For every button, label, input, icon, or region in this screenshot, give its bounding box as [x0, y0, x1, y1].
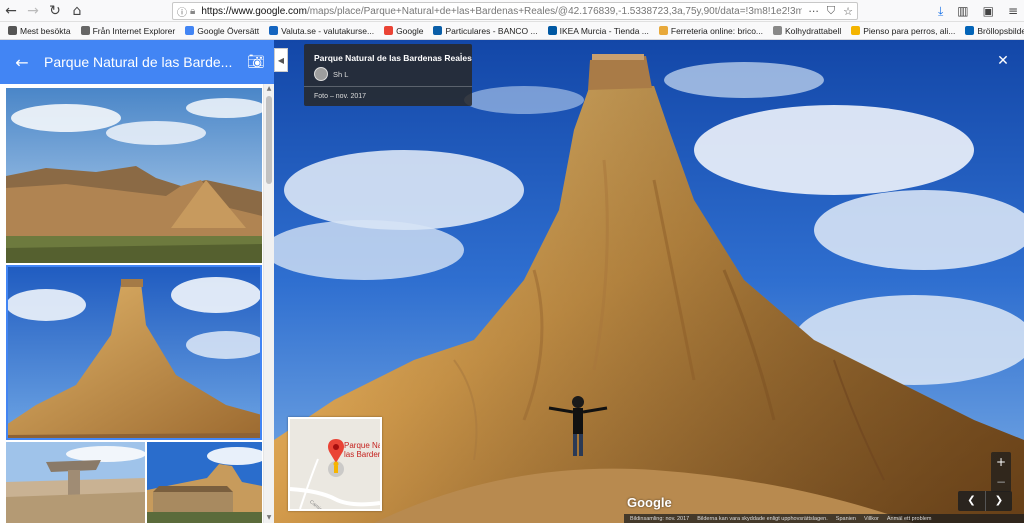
bookmark-item[interactable]: Ferreteria online: brico... — [658, 25, 764, 36]
panel-header: ← Parque Natural de las Barde... 📷︎ — [0, 40, 274, 84]
bookmark-label: Google — [396, 25, 424, 36]
info-icon[interactable]: ⓘ — [177, 4, 187, 19]
bookmark-item[interactable]: Från Internet Explorer — [80, 25, 176, 36]
photo-thumbnail[interactable] — [147, 442, 262, 523]
ikea-icon — [547, 26, 557, 35]
panel-title: Parque Natural de las Barde... — [44, 54, 233, 70]
bookmark-label: Kolhydrattabell — [785, 25, 842, 36]
chevron-left-icon: ◀ — [277, 55, 285, 65]
bookmark-label: Google Översätt — [197, 25, 260, 36]
photo-author[interactable]: Sh L — [333, 70, 348, 79]
scroll-up-icon[interactable]: ▲ — [264, 84, 274, 94]
globe-icon — [773, 26, 783, 35]
lock-icon: 🔒︎ — [190, 5, 196, 17]
bookmark-label: Bröllopsbilder – OneD... — [977, 25, 1024, 36]
menu-icon[interactable]: ≡ — [1008, 4, 1018, 18]
sabadell-icon — [433, 26, 443, 35]
bookmarks-bar: Mest besökta Från Internet Explorer Google… — [0, 22, 1024, 40]
bookmark-item[interactable]: Mest besökta — [8, 26, 71, 36]
google-icon — [384, 26, 394, 35]
photo-thumbnail[interactable] — [6, 442, 145, 523]
cloud-icon — [965, 26, 975, 35]
previous-photo-button[interactable]: ❮ — [958, 491, 985, 511]
more-options-icon[interactable]: ⋮ — [456, 52, 466, 63]
footer-item[interactable]: Spanien — [836, 516, 856, 522]
zoom-control: + − — [991, 452, 1011, 492]
close-icon[interactable]: ✕ — [994, 52, 1012, 70]
divider — [304, 86, 472, 87]
page-icon — [658, 26, 668, 35]
bookmark-label: Från Internet Explorer — [92, 25, 176, 36]
bookmark-item[interactable]: Google Översätt — [185, 26, 259, 36]
translate-icon — [185, 26, 195, 35]
add-photo-icon[interactable]: 📷︎ — [238, 54, 274, 70]
photo-title: Parque Natural de las Bardenas Reales — [314, 53, 472, 63]
valuta-icon — [269, 26, 279, 35]
footer-item: Bildinsamling: nov. 2017 — [630, 515, 690, 522]
bookmark-item[interactable]: Bröllopsbilder – OneD... — [965, 26, 1024, 36]
avatar[interactable] — [314, 67, 328, 81]
main-photo[interactable] — [274, 40, 1024, 523]
url-bar[interactable]: ⓘ 🔒︎ https://www.google.com/maps/place/P… — [172, 2, 858, 20]
folder-icon — [80, 26, 90, 35]
footer-item: Bilderna kan vara skyddade enligt upphov… — [697, 515, 828, 522]
footer-item[interactable]: Anmäl ett problem — [887, 516, 932, 522]
minimap-place-label: Parque Na las Barden — [344, 441, 382, 459]
sidebar-icon[interactable]: ▣ — [983, 4, 994, 18]
home-icon[interactable]: ⌂ — [66, 0, 88, 22]
panel-scrollbar[interactable]: ▲ ▼ — [263, 84, 274, 523]
pocket-icon[interactable]: ⛉ — [827, 4, 835, 18]
photo-thumbnail[interactable] — [6, 88, 262, 263]
bookmark-label: Mest besökta — [20, 25, 71, 36]
scroll-down-icon[interactable]: ▼ — [264, 513, 274, 523]
back-icon[interactable]: ← — [0, 0, 22, 22]
bookmark-label: Particulares - BANCO ... — [445, 25, 538, 36]
photo-panel: ← Parque Natural de las Barde... 📷︎ ▲ ▼ — [0, 40, 274, 523]
scrollbar-thumb[interactable] — [266, 96, 272, 184]
footer-bar: Bildinsamling: nov. 2017 Bilderna kan var… — [624, 514, 1024, 523]
bookmark-item[interactable]: Valuta.se - valutakurse... — [269, 26, 374, 36]
star-icon[interactable]: ☆ — [843, 5, 853, 18]
next-photo-button[interactable]: ❯ — [985, 491, 1012, 511]
pet-icon — [851, 26, 861, 35]
google-logo: Google — [627, 495, 672, 510]
gear-icon — [8, 26, 17, 35]
photo-navigation: ❮ ❯ — [958, 491, 1012, 511]
bookmark-item[interactable]: Kolhydrattabell — [773, 26, 841, 36]
zoom-in-button[interactable]: + — [991, 452, 1011, 472]
bookmark-item[interactable]: Pienso para perros, ali... — [851, 26, 955, 36]
footer-item[interactable]: Villkor — [864, 516, 879, 522]
download-icon[interactable]: ⤓ — [938, 4, 943, 19]
photo-info-card: Parque Natural de las Bardenas Reales ⋮ … — [304, 44, 472, 106]
photo-thumbnail-selected[interactable] — [6, 265, 262, 440]
zoom-out-button[interactable]: − — [991, 472, 1011, 492]
minimap[interactable]: Parque Na las Barden Camino las Ba... — [288, 417, 382, 511]
bookmark-item[interactable]: Google — [384, 26, 423, 36]
photo-thumbnails — [0, 84, 274, 523]
more-icon[interactable]: ··· — [808, 5, 819, 18]
bookmark-label: IKEA Murcia - Tienda ... — [559, 25, 649, 36]
right-tools: ⤓ ▥ ▣ ≡ — [938, 0, 1018, 22]
forward-icon[interactable]: → — [22, 0, 44, 22]
url-host: https://www.google.com — [201, 5, 307, 17]
bookmark-item[interactable]: IKEA Murcia - Tienda ... — [547, 25, 649, 36]
back-arrow-icon[interactable]: ← — [0, 53, 44, 72]
url-actions: ··· ⛉ ☆ — [802, 3, 853, 19]
reload-icon[interactable]: ↻ — [44, 0, 66, 22]
collapse-panel-button[interactable]: ◀ — [274, 48, 288, 72]
url-path: /maps/place/Parque+Natural+de+las+Barden… — [306, 5, 823, 17]
bookmark-label: Pienso para perros, ali... — [863, 25, 956, 36]
library-icon[interactable]: ▥ — [957, 4, 968, 18]
bookmark-label: Valuta.se - valutakurse... — [281, 25, 375, 36]
bookmark-label: Ferreteria online: brico... — [670, 25, 764, 36]
pegman-icon — [333, 461, 339, 473]
bookmark-item[interactable]: Particulares - BANCO ... — [433, 25, 538, 36]
photo-date: Foto – nov. 2017 — [314, 93, 367, 100]
